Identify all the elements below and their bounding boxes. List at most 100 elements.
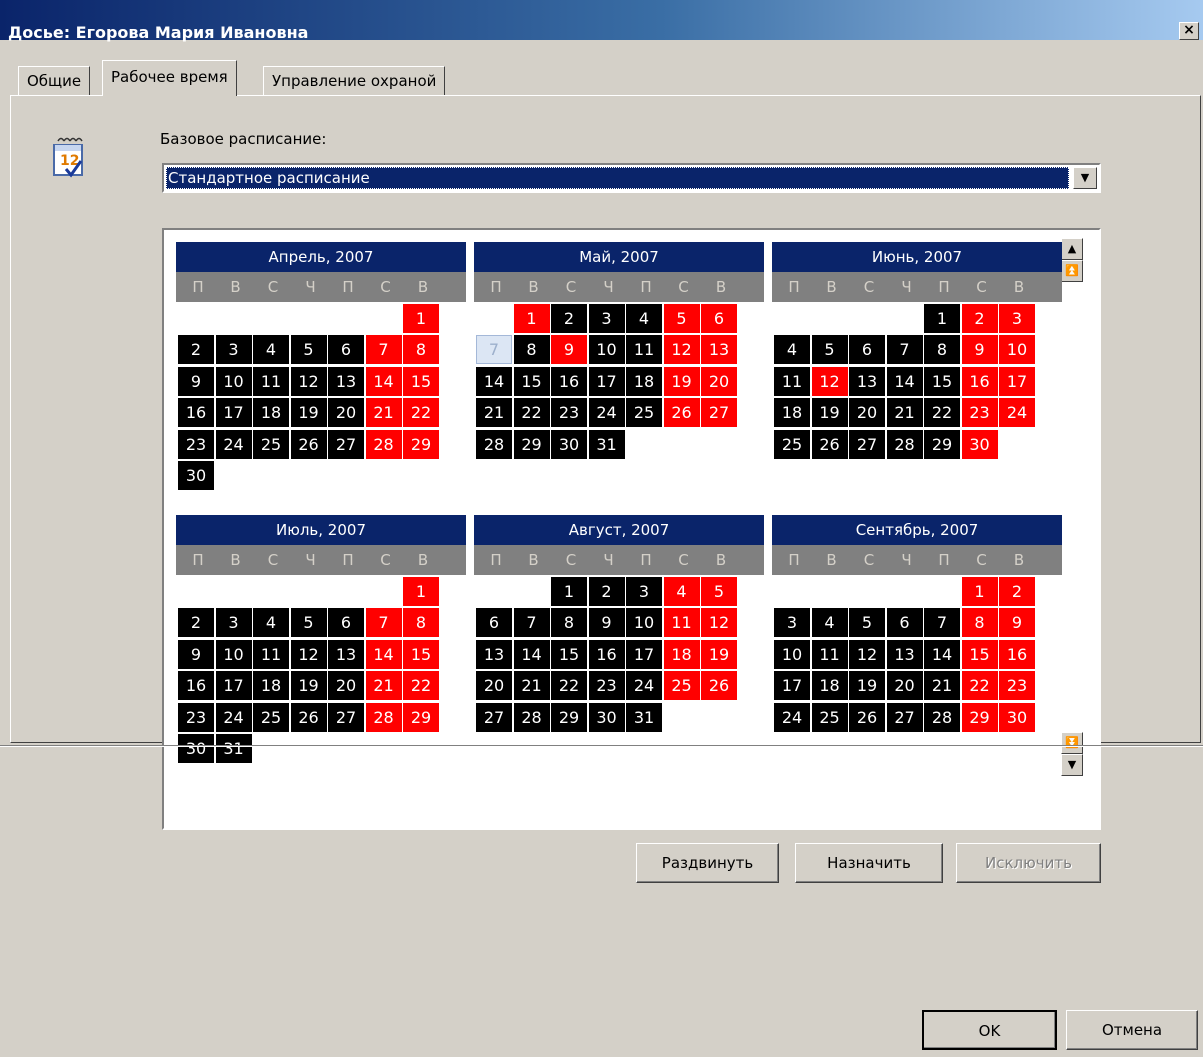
calendar-day[interactable]: 28 xyxy=(476,429,512,459)
calendar-day[interactable]: 22 xyxy=(403,671,439,701)
calendar-day[interactable]: 5 xyxy=(290,335,327,365)
calendar-day[interactable]: 22 xyxy=(513,398,550,428)
calendar-day[interactable]: 3 xyxy=(774,608,810,638)
calendar-day[interactable]: 4 xyxy=(774,335,810,365)
calendar-day[interactable]: 16 xyxy=(178,671,214,701)
calendar-day[interactable]: 27 xyxy=(328,429,364,459)
calendar-day[interactable]: 20 xyxy=(328,398,364,428)
calendar-day[interactable]: 30 xyxy=(588,702,625,732)
calendar-day[interactable]: 24 xyxy=(999,398,1035,428)
calendar-day[interactable]: 19 xyxy=(290,398,327,428)
calendar-day[interactable]: 6 xyxy=(476,608,512,638)
calendar-day[interactable]: 16 xyxy=(178,398,214,428)
calendar-day[interactable]: 7 xyxy=(886,335,923,365)
calendar-day[interactable]: 20 xyxy=(849,398,885,428)
calendar-day[interactable]: 28 xyxy=(365,429,402,459)
calendar-day[interactable]: 20 xyxy=(328,671,364,701)
calendar-day[interactable]: 3 xyxy=(215,335,252,365)
calendar-day[interactable]: 3 xyxy=(215,608,252,638)
calendar-day[interactable]: 28 xyxy=(365,702,402,732)
calendar-day[interactable]: 30 xyxy=(178,734,214,763)
calendar-day[interactable]: 6 xyxy=(886,608,923,638)
calendar-day[interactable]: 26 xyxy=(701,671,737,701)
calendar-day[interactable]: 24 xyxy=(215,702,252,732)
calendar-day[interactable]: 26 xyxy=(849,702,885,732)
scroll-down-button[interactable]: ▼ xyxy=(1061,754,1083,776)
calendar-day[interactable]: 5 xyxy=(701,577,737,606)
calendar-day[interactable]: 11 xyxy=(253,639,289,669)
calendar-day[interactable]: 4 xyxy=(253,335,289,365)
calendar-day[interactable]: 8 xyxy=(403,608,439,638)
calendar-day[interactable]: 27 xyxy=(849,429,885,459)
calendar-day[interactable]: 4 xyxy=(663,577,700,606)
calendar-day[interactable]: 7 xyxy=(476,335,512,365)
calendar-day[interactable]: 31 xyxy=(626,702,662,732)
calendar-day[interactable]: 10 xyxy=(774,639,810,669)
calendar-day[interactable]: 2 xyxy=(961,304,998,333)
calendar-day[interactable]: 28 xyxy=(513,702,550,732)
calendar-day[interactable]: 13 xyxy=(886,639,923,669)
calendar-day[interactable]: 6 xyxy=(849,335,885,365)
calendar-day[interactable]: 18 xyxy=(811,671,848,701)
calendar-day[interactable]: 29 xyxy=(924,429,960,459)
calendar-day[interactable]: 9 xyxy=(178,366,214,396)
calendar-day[interactable]: 1 xyxy=(403,577,439,606)
calendar-day[interactable]: 8 xyxy=(513,335,550,365)
calendar-day[interactable]: 2 xyxy=(588,577,625,606)
calendar-day[interactable]: 25 xyxy=(253,702,289,732)
calendar-day[interactable]: 23 xyxy=(961,398,998,428)
calendar-day[interactable]: 8 xyxy=(403,335,439,365)
calendar-day[interactable]: 9 xyxy=(588,608,625,638)
calendar-day[interactable]: 21 xyxy=(365,671,402,701)
calendar-day[interactable]: 20 xyxy=(701,366,737,396)
calendar-day[interactable]: 27 xyxy=(701,398,737,428)
calendar-day[interactable]: 19 xyxy=(663,366,700,396)
calendar-day[interactable]: 14 xyxy=(365,366,402,396)
calendar-day[interactable]: 24 xyxy=(215,429,252,459)
calendar-day[interactable]: 12 xyxy=(290,366,327,396)
calendar-day[interactable]: 11 xyxy=(663,608,700,638)
calendar-day[interactable]: 18 xyxy=(663,639,700,669)
calendar-day[interactable]: 29 xyxy=(551,702,587,732)
calendar-day[interactable]: 1 xyxy=(551,577,587,606)
calendar-day[interactable]: 12 xyxy=(811,366,848,396)
calendar-day[interactable]: 5 xyxy=(849,608,885,638)
calendar-day[interactable]: 20 xyxy=(886,671,923,701)
calendar-day[interactable]: 3 xyxy=(999,304,1035,333)
calendar-day[interactable]: 8 xyxy=(551,608,587,638)
calendar-day[interactable]: 3 xyxy=(626,577,662,606)
calendar-day[interactable]: 23 xyxy=(999,671,1035,701)
calendar-day[interactable]: 27 xyxy=(476,702,512,732)
exclude-button[interactable]: Исключить xyxy=(956,843,1101,883)
calendar-day[interactable]: 8 xyxy=(924,335,960,365)
calendar-day[interactable]: 14 xyxy=(365,639,402,669)
calendar-day[interactable]: 2 xyxy=(999,577,1035,606)
calendar-day[interactable]: 15 xyxy=(403,366,439,396)
calendar-day[interactable]: 17 xyxy=(215,398,252,428)
calendar-day[interactable]: 19 xyxy=(290,671,327,701)
calendar-day[interactable]: 10 xyxy=(999,335,1035,365)
calendar-day[interactable]: 30 xyxy=(178,461,214,490)
calendar-day[interactable]: 12 xyxy=(701,608,737,638)
calendar-day[interactable]: 6 xyxy=(328,335,364,365)
calendar-day[interactable]: 9 xyxy=(178,639,214,669)
calendar-day[interactable]: 2 xyxy=(178,608,214,638)
calendar-day[interactable]: 16 xyxy=(999,639,1035,669)
calendar-day[interactable]: 12 xyxy=(663,335,700,365)
calendar-day[interactable]: 1 xyxy=(961,577,998,606)
calendar-day[interactable]: 10 xyxy=(588,335,625,365)
calendar-day[interactable]: 29 xyxy=(961,702,998,732)
calendar-day[interactable]: 23 xyxy=(588,671,625,701)
calendar-day[interactable]: 3 xyxy=(588,304,625,333)
calendar-day[interactable]: 21 xyxy=(886,398,923,428)
calendar-day[interactable]: 17 xyxy=(215,671,252,701)
calendar-day[interactable]: 30 xyxy=(551,429,587,459)
calendar-day[interactable]: 27 xyxy=(328,702,364,732)
calendar-day[interactable]: 22 xyxy=(961,671,998,701)
calendar-day[interactable]: 10 xyxy=(215,366,252,396)
scroll-page-down-button[interactable]: ⏬ xyxy=(1061,732,1083,754)
calendar-day[interactable]: 22 xyxy=(403,398,439,428)
calendar-day[interactable]: 5 xyxy=(811,335,848,365)
calendar-day[interactable]: 13 xyxy=(701,335,737,365)
calendar-day[interactable]: 28 xyxy=(886,429,923,459)
